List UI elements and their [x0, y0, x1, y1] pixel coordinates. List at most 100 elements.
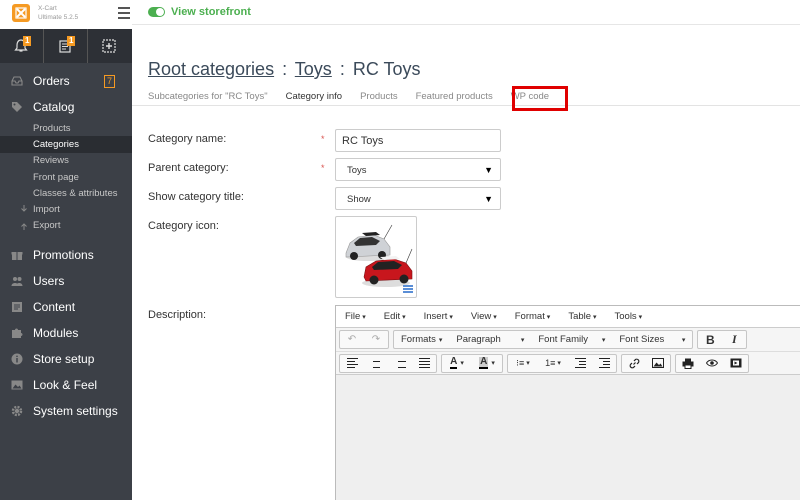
breadcrumb-separator: :	[282, 59, 288, 79]
image-icon	[11, 380, 23, 390]
image-menu-icon[interactable]	[403, 285, 413, 294]
align-justify-icon[interactable]	[412, 355, 436, 372]
sidebar-item-system-settings[interactable]: System settings	[0, 398, 132, 424]
paragraph-dropdown[interactable]: Paragraph	[449, 331, 531, 348]
users-icon	[11, 277, 23, 287]
undo-icon[interactable]: ↶	[340, 331, 364, 348]
required-marker: *	[321, 163, 325, 173]
formats-dropdown[interactable]: Formats	[394, 331, 449, 348]
sidebar-item-content[interactable]: Content	[0, 294, 132, 320]
tab-bar: Subcategories for "RC Toys" Category inf…	[148, 91, 567, 106]
editor-menu-tools[interactable]: Tools	[615, 311, 643, 322]
notifications-button[interactable]: 1	[0, 29, 44, 63]
editor-content-area[interactable]	[336, 375, 800, 500]
italic-button[interactable]: I	[722, 331, 746, 348]
misc-group	[675, 353, 749, 373]
page-title: RC Toys	[352, 59, 421, 79]
editor-toolbar-2: A ▾ A ▾ ⁝≡ ▾ 1≡ ▾	[336, 352, 800, 375]
orders-quick-badge: 1	[67, 36, 76, 46]
align-center-icon[interactable]	[364, 355, 388, 372]
sidebar: X-Cart Ultimate 5.2.5 1 1 Orders 7 Catal…	[0, 0, 132, 500]
sidebar-item-label: Content	[33, 300, 76, 315]
sidebar-item-orders[interactable]: Orders 7	[0, 68, 132, 94]
sidebar-item-promotions[interactable]: Promotions	[0, 242, 132, 268]
show-category-title-select[interactable]: Show ▼	[335, 187, 501, 210]
plus-box-icon	[102, 39, 116, 53]
background-color-icon[interactable]: A ▾	[472, 355, 502, 372]
sidebar-subitem-classes-attributes[interactable]: Classes & attributes	[0, 185, 132, 201]
sidebar-subitem-export[interactable]: Export	[0, 218, 132, 234]
tab-products[interactable]: Products	[360, 91, 398, 106]
sidebar-item-catalog[interactable]: Catalog	[0, 94, 132, 120]
sidebar-subitem-reviews[interactable]: Reviews	[0, 153, 132, 169]
add-button[interactable]	[88, 29, 132, 63]
sidebar-subitem-products[interactable]: Products	[0, 120, 132, 136]
numbered-list-icon[interactable]: 1≡ ▾	[538, 355, 568, 372]
indent-icon[interactable]	[592, 355, 616, 372]
category-name-input[interactable]	[335, 129, 501, 152]
print-icon[interactable]	[676, 355, 700, 372]
sidebar-item-label: Store setup	[33, 352, 95, 367]
sidebar-subitem-import[interactable]: Import	[0, 201, 132, 217]
gear-icon	[11, 405, 23, 417]
bold-button[interactable]: B	[698, 331, 722, 348]
text-color-icon[interactable]: A ▾	[442, 355, 472, 372]
font-family-dropdown[interactable]: Font Family	[531, 331, 612, 348]
tab-category-info[interactable]: Category info	[285, 91, 343, 106]
editor-menu-edit[interactable]: Edit	[384, 311, 406, 322]
sidebar-item-label: System settings	[33, 404, 118, 419]
storefront-toggle[interactable]	[148, 7, 165, 17]
preview-eye-icon[interactable]	[700, 355, 724, 372]
sidebar-item-label: Look & Feel	[33, 378, 98, 393]
notifications-badge: 1	[23, 36, 32, 46]
xcart-logo[interactable]	[12, 4, 30, 22]
sidebar-item-look-feel[interactable]: Look & Feel	[0, 372, 132, 398]
editor-menu-table[interactable]: Table	[568, 311, 596, 322]
category-icon-label: Category icon:	[148, 220, 219, 232]
import-icon	[21, 205, 27, 213]
sidebar-item-store-setup[interactable]: Store setup	[0, 346, 132, 372]
breadcrumb-toys[interactable]: Toys	[295, 59, 332, 79]
sidebar-item-modules[interactable]: Modules	[0, 320, 132, 346]
editor-menu-view[interactable]: View	[471, 311, 497, 322]
tab-featured-products[interactable]: Featured products	[416, 91, 493, 106]
font-sizes-dropdown[interactable]: Font Sizes	[612, 331, 692, 348]
view-storefront-link[interactable]: View storefront	[171, 6, 251, 18]
media-icon[interactable]	[724, 355, 748, 372]
parent-category-value: Toys	[347, 165, 367, 176]
orders-quick-button[interactable]: 1	[44, 29, 88, 63]
parent-category-select[interactable]: Toys ▼	[335, 158, 501, 181]
editor-menu-file[interactable]: File	[345, 311, 366, 322]
align-right-icon[interactable]	[388, 355, 412, 372]
orders-count-badge: 7	[104, 75, 116, 88]
bold-italic-group: B I	[697, 330, 748, 349]
tag-icon	[12, 102, 22, 112]
editor-toolbar-1: ↶ ↷ Formats Paragraph Font Family Font S…	[336, 328, 800, 352]
hamburger-menu-icon[interactable]	[118, 7, 130, 22]
tab-subcategories[interactable]: Subcategories for "RC Toys"	[148, 91, 268, 106]
redo-icon[interactable]: ↷	[364, 331, 388, 348]
editor-menu-insert[interactable]: Insert	[424, 311, 453, 322]
sidebar-item-label: Modules	[33, 326, 79, 341]
sidebar-nav: Orders 7 Catalog Products Categories Rev…	[0, 68, 132, 424]
bullet-list-icon[interactable]: ⁝≡ ▾	[508, 355, 538, 372]
category-icon-image[interactable]	[335, 216, 417, 298]
editor-menu-format[interactable]: Format	[515, 311, 551, 322]
list-group: ⁝≡ ▾ 1≡ ▾	[507, 353, 617, 373]
breadcrumb-root-categories[interactable]: Root categories	[148, 59, 274, 79]
sidebar-item-users[interactable]: Users	[0, 268, 132, 294]
undo-redo-group: ↶ ↷	[339, 330, 389, 349]
sidebar-subitem-front-page[interactable]: Front page	[0, 169, 132, 185]
align-left-icon[interactable]	[340, 355, 364, 372]
outdent-icon[interactable]	[568, 355, 592, 372]
sidebar-item-label: Catalog	[33, 100, 75, 114]
link-icon[interactable]	[622, 355, 646, 372]
show-title-value: Show	[347, 194, 371, 205]
dropdown-arrow-icon: ▼	[484, 194, 493, 204]
image-icon[interactable]	[646, 355, 670, 372]
dropdown-arrow-icon: ▼	[484, 165, 493, 175]
description-label: Description:	[148, 309, 207, 321]
quick-icon-bar: 1 1	[0, 29, 132, 63]
sidebar-item-label: Orders	[33, 74, 70, 88]
sidebar-subitem-categories[interactable]: Categories	[0, 136, 132, 153]
